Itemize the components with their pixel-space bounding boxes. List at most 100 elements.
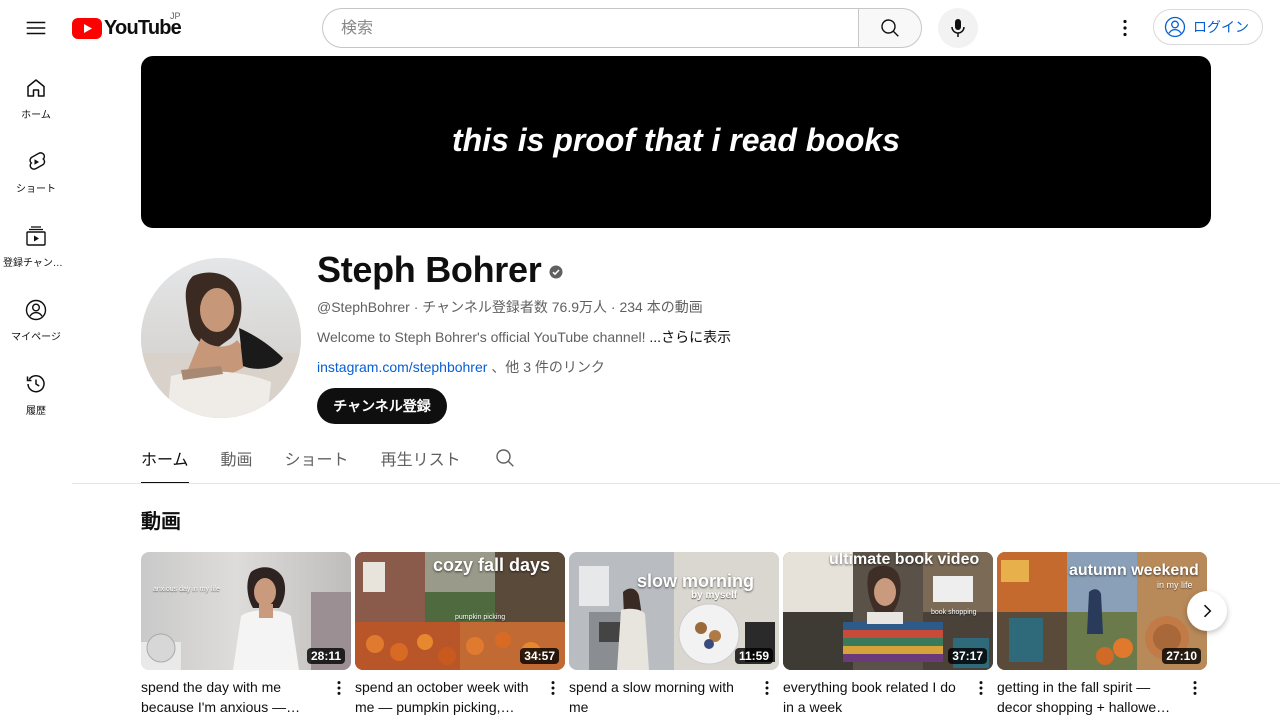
video-menu-button[interactable] <box>755 676 779 700</box>
thumbnail-title: autumn weekend <box>1069 562 1199 579</box>
search-input[interactable] <box>339 9 843 49</box>
you-icon <box>25 299 47 321</box>
more-vertical-icon <box>979 681 983 695</box>
thumbnail-title: slow morning <box>637 571 754 591</box>
avatar-photo <box>141 258 301 418</box>
video-title[interactable]: spend an october week with me — pumpkin … <box>355 677 535 717</box>
video-card[interactable]: anxious day in my life 28:11 spend the d… <box>141 552 351 715</box>
more-vertical-icon <box>551 681 555 695</box>
guide-label: ホーム <box>21 110 51 121</box>
tab-playlists[interactable]: 再生リスト <box>381 434 461 482</box>
channel-avatar <box>141 258 301 418</box>
region-code: JP <box>170 11 181 21</box>
video-thumbnail[interactable]: cozy fall days pumpkin picking 34:57 <box>355 552 565 670</box>
verified-badge-icon <box>549 265 563 279</box>
history-icon <box>26 375 45 393</box>
video-thumbnail[interactable]: slow morning by myself 11:59 <box>569 552 779 670</box>
guide-menu-button[interactable] <box>16 8 56 48</box>
thumbnail-caption: book shopping <box>931 609 977 616</box>
channel-title: Steph Bohrer <box>317 249 563 291</box>
channel-tabs: ホーム 動画 ショート 再生リスト <box>141 434 517 484</box>
video-shelf: anxious day in my life 28:11 spend the d… <box>141 552 1241 720</box>
video-thumbnail[interactable]: anxious day in my life 28:11 <box>141 552 351 670</box>
video-title[interactable]: spend the day with me because I'm anxiou… <box>141 677 321 717</box>
video-title[interactable]: getting in the fall spirit — decor shopp… <box>997 677 1177 717</box>
guide-label: 履歴 <box>26 406 46 417</box>
login-label: ログイン <box>1193 19 1249 35</box>
video-thumbnail[interactable]: autumn weekend in my life 27:10 <box>997 552 1207 670</box>
video-duration: 28:11 <box>306 648 345 664</box>
video-count: 234 本の動画 <box>619 299 703 315</box>
guide-item-you[interactable]: マイページ <box>0 278 72 352</box>
thumbnail-caption: by myself <box>691 590 738 601</box>
instagram-link[interactable]: instagram.com/stephbohrer <box>317 359 487 375</box>
shorts-icon <box>29 152 46 170</box>
video-duration: 11:59 <box>734 648 773 664</box>
more-vertical-icon <box>1123 19 1127 37</box>
tab-videos[interactable]: 動画 <box>221 434 253 482</box>
description-text: Welcome to Steph Bohrer's official YouTu… <box>317 329 650 345</box>
video-menu-button[interactable] <box>541 676 565 700</box>
tabs-divider <box>72 483 1280 484</box>
video-card[interactable]: slow morning by myself 11:59 spend a slo… <box>569 552 779 715</box>
video-card[interactable]: cozy fall days pumpkin picking 34:57 spe… <box>355 552 565 715</box>
shelf-next-button[interactable] <box>1187 591 1227 631</box>
video-card[interactable]: autumn weekend in my life 27:10 getting … <box>997 552 1207 715</box>
search-icon <box>881 19 899 37</box>
channel-search-button[interactable] <box>493 434 517 482</box>
video-thumbnail[interactable]: ultimate book video book shopping 37:17 <box>783 552 993 670</box>
subscriber-count: チャンネル登録者数 76.9万人 <box>422 299 607 315</box>
video-card[interactable]: ultimate book video book shopping 37:17 … <box>783 552 993 715</box>
channel-metadata: @StephBohrer · チャンネル登録者数 76.9万人 · 234 本の… <box>317 299 703 315</box>
guide-item-history[interactable]: 履歴 <box>0 352 72 426</box>
youtube-logo[interactable]: YouTube JP <box>72 11 182 39</box>
thumbnail-title: ultimate book video <box>829 552 980 568</box>
thumbnail-caption: anxious day in my life <box>153 586 220 593</box>
home-icon <box>27 79 45 97</box>
guide-item-subscriptions[interactable]: 登録チャンネル <box>0 204 72 278</box>
search-button[interactable] <box>858 8 922 48</box>
microphone-icon <box>951 19 965 37</box>
guide-item-shorts[interactable]: ショート <box>0 130 72 204</box>
thumbnail-title: cozy fall days <box>433 555 551 575</box>
mini-guide: ホーム ショート 登録チャンネル マイページ 履歴 <box>0 56 72 426</box>
guide-label: ショート <box>16 184 56 195</box>
settings-menu-button[interactable] <box>1105 8 1145 48</box>
thumbnail-caption: pumpkin picking <box>455 614 506 621</box>
search-icon <box>495 449 514 467</box>
login-button[interactable]: ログイン <box>1153 9 1263 45</box>
video-duration: 27:10 <box>1162 648 1201 664</box>
guide-label: 登録チャンネル <box>3 258 69 269</box>
more-links[interactable]: 、他 3 件のリンク <box>491 359 605 375</box>
guide-item-home[interactable]: ホーム <box>0 56 72 130</box>
channel-description[interactable]: Welcome to Steph Bohrer's official YouTu… <box>317 327 731 347</box>
channel-name-text: Steph Bohrer <box>317 249 542 290</box>
guide-label: マイページ <box>11 332 61 343</box>
show-more-link[interactable]: ...さらに表示 <box>649 329 731 345</box>
voice-search-button[interactable] <box>938 8 978 48</box>
subscriptions-icon <box>26 226 46 246</box>
video-duration: 34:57 <box>520 648 559 664</box>
search-box <box>322 8 858 49</box>
youtube-play-icon <box>72 17 102 39</box>
thumbnail-caption: in my life <box>1157 580 1193 590</box>
video-menu-button[interactable] <box>327 676 351 700</box>
subscribe-button[interactable]: チャンネル登録 <box>317 388 447 424</box>
video-menu-button[interactable] <box>1183 676 1207 700</box>
video-title[interactable]: everything book related I do in a week <box>783 677 963 717</box>
tab-shorts[interactable]: ショート <box>285 434 349 482</box>
channel-banner: this is proof that i read books <box>141 56 1211 228</box>
masthead: YouTube JP ログイン <box>0 0 1280 56</box>
video-title[interactable]: spend a slow morning with me <box>569 677 749 717</box>
tab-home[interactable]: ホーム <box>141 434 189 484</box>
channel-handle: @StephBohrer <box>317 299 410 315</box>
more-vertical-icon <box>337 681 341 695</box>
more-vertical-icon <box>765 681 769 695</box>
banner-text: this is proof that i read books <box>451 121 901 158</box>
channel-links: instagram.com/stephbohrer 、他 3 件のリンク <box>317 357 605 377</box>
chevron-right-icon <box>1203 604 1212 618</box>
more-vertical-icon <box>1193 681 1197 695</box>
hamburger-menu-icon <box>26 21 46 35</box>
section-title: 動画 <box>141 511 181 533</box>
video-menu-button[interactable] <box>969 676 993 700</box>
